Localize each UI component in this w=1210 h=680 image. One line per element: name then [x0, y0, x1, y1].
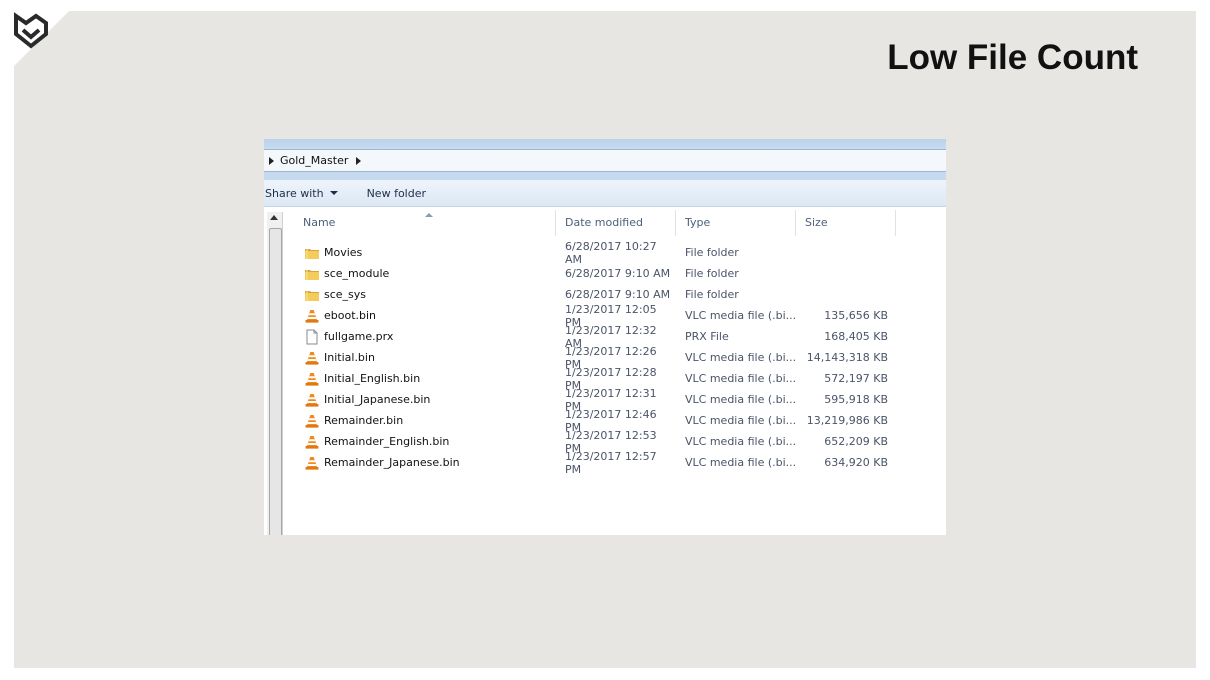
file-size: 13,219,986 KB: [806, 414, 888, 427]
file-name-cell: Remainder_Japanese.bin: [294, 455, 556, 471]
file-name: Remainder_Japanese.bin: [324, 456, 460, 469]
command-toolbar: Share with New folder: [264, 180, 946, 207]
file-type: VLC media file (.bi...: [685, 351, 796, 364]
file-name: sce_module: [324, 267, 390, 280]
column-header-size-label: Size: [805, 216, 828, 229]
file-size: 572,197 KB: [824, 372, 888, 385]
file-type: File folder: [685, 267, 739, 280]
vlc-cone-icon: [304, 392, 320, 408]
file-list-pane: Name Date modified Type Size Movies 6/28/…: [264, 210, 946, 535]
column-header-name[interactable]: Name: [294, 210, 556, 236]
toolbar-separator: [264, 172, 946, 180]
file-type: PRX File: [685, 330, 729, 343]
file-row[interactable]: Remainder_Japanese.bin 1/23/2017 12:57 PM…: [294, 449, 946, 476]
file-type: VLC media file (.bi...: [685, 414, 796, 427]
breadcrumb-arrow-icon[interactable]: [269, 156, 274, 165]
file-row[interactable]: sce_module 6/28/2017 9:10 AM File folder: [294, 263, 946, 284]
file-type: VLC media file (.bi...: [685, 372, 796, 385]
folder-icon: [304, 287, 320, 303]
file-name: sce_sys: [324, 288, 367, 301]
column-header-date[interactable]: Date modified: [556, 210, 676, 236]
file-size: 652,209 KB: [824, 435, 888, 448]
file-name: Remainder_English.bin: [324, 435, 450, 448]
file-name: Remainder.bin: [324, 414, 404, 427]
file-size: 634,920 KB: [824, 456, 888, 469]
file-name: eboot.bin: [324, 309, 377, 322]
file-name-cell: Initial_English.bin: [294, 371, 556, 387]
file-type: VLC media file (.bi...: [685, 309, 796, 322]
file-date: 6/28/2017 9:10 AM: [565, 267, 671, 280]
file-name: fullgame.prx: [324, 330, 394, 343]
file-date: 6/28/2017 10:27 AM: [565, 239, 657, 266]
file-name-cell: Remainder_English.bin: [294, 434, 556, 450]
column-header-date-label: Date modified: [565, 216, 643, 229]
file-size: 135,656 KB: [824, 309, 888, 322]
file-name-cell: Initial_Japanese.bin: [294, 392, 556, 408]
file-name: Initial_Japanese.bin: [324, 393, 431, 406]
breadcrumb-item[interactable]: Gold_Master: [280, 154, 348, 167]
vlc-cone-icon: [304, 350, 320, 366]
file-name: Initial.bin: [324, 351, 375, 364]
file-name-cell: fullgame.prx: [294, 329, 556, 345]
file-size: 595,918 KB: [824, 393, 888, 406]
new-folder-label: New folder: [366, 186, 426, 200]
column-header-row: Name Date modified Type Size: [294, 210, 898, 236]
file-size: 168,405 KB: [824, 330, 888, 343]
column-header-type[interactable]: Type: [676, 210, 796, 236]
file-type: File folder: [685, 246, 739, 259]
file-date: 1/23/2017 12:57 PM: [565, 449, 657, 476]
file-type: VLC media file (.bi...: [685, 393, 796, 406]
breadcrumb-arrow-icon[interactable]: [356, 156, 362, 165]
file-name: Movies: [324, 246, 363, 259]
file-type: File folder: [685, 288, 739, 301]
blank-file-icon: [304, 329, 320, 345]
file-row[interactable]: Movies 6/28/2017 10:27 AM File folder: [294, 239, 946, 266]
folder-icon: [304, 266, 320, 282]
vlc-cone-icon: [304, 308, 320, 324]
scrollbar-thumb[interactable]: [269, 228, 282, 535]
scroll-up-arrow-icon[interactable]: [270, 215, 278, 220]
file-name: Initial_English.bin: [324, 372, 421, 385]
vlc-cone-icon: [304, 455, 320, 471]
column-header-type-label: Type: [685, 216, 711, 229]
address-bar[interactable]: Gold_Master: [264, 149, 946, 172]
share-with-label: Share with: [265, 186, 324, 200]
vlc-cone-icon: [304, 413, 320, 429]
file-date: 6/28/2017 9:10 AM: [565, 288, 671, 301]
file-type: VLC media file (.bi...: [685, 435, 796, 448]
file-rows: Movies 6/28/2017 10:27 AM File folder sce_m…: [294, 239, 946, 476]
dropdown-caret-icon: [329, 191, 338, 195]
file-name-cell: eboot.bin: [294, 308, 556, 324]
file-name-cell: sce_module: [294, 266, 556, 282]
vlc-cone-icon: [304, 371, 320, 387]
brand-logo-icon: [14, 12, 48, 49]
file-name-cell: Movies: [294, 245, 556, 261]
column-header-size[interactable]: Size: [796, 210, 896, 236]
file-name-cell: Initial.bin: [294, 350, 556, 366]
new-folder-button[interactable]: New folder: [366, 187, 426, 200]
window-top-strip: [264, 139, 946, 149]
column-header-name-label: Name: [303, 216, 336, 229]
file-name-cell: sce_sys: [294, 287, 556, 303]
file-name-cell: Remainder.bin: [294, 413, 556, 429]
file-explorer-window: Gold_Master Share with New folder Name D…: [264, 139, 946, 535]
vertical-scrollbar[interactable]: [267, 212, 283, 535]
sort-ascending-icon: [425, 213, 433, 217]
share-with-button[interactable]: Share with: [264, 187, 338, 200]
folder-icon: [304, 245, 320, 261]
file-size: 14,143,318 KB: [806, 351, 888, 364]
file-type: VLC media file (.bi...: [685, 456, 796, 469]
slide-title: Low File Count: [887, 38, 1138, 77]
vlc-cone-icon: [304, 434, 320, 450]
